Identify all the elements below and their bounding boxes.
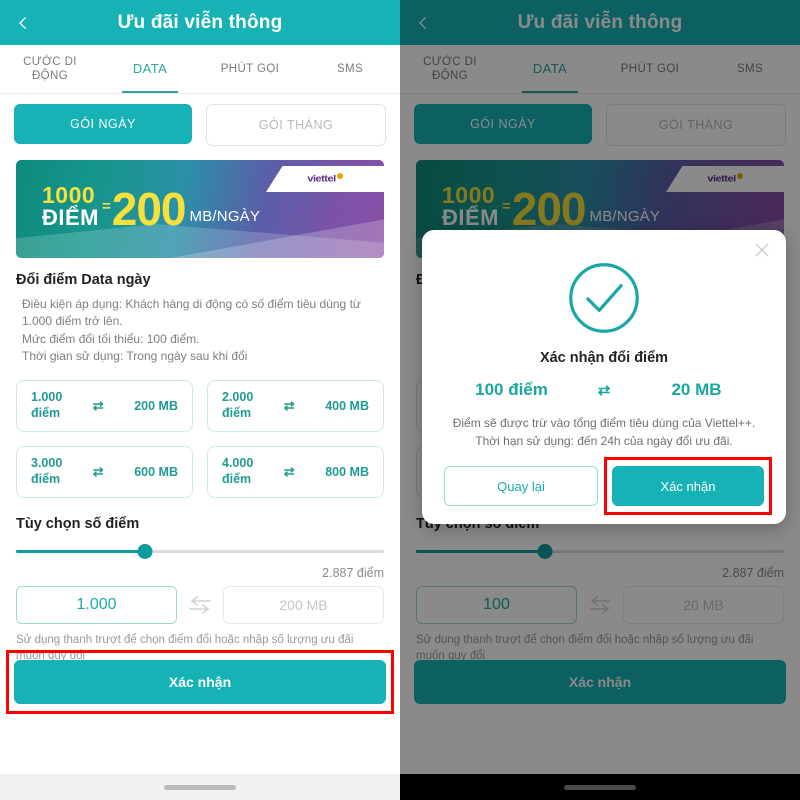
card-points: 1.000 <box>31 389 63 404</box>
exchange-input-row: 1.000 200 MB <box>0 580 400 624</box>
section-description: Điều kiện áp dụng: Khách hàng di động có… <box>16 296 384 366</box>
right-phone-screen: Ưu đãi viễn thông CƯỚC DI ĐỘNG DATA PHÚT… <box>400 0 800 800</box>
viettel-logo-text: viettel <box>307 173 336 185</box>
modal-exchange-summary: 100 điểm ⇄ 20 MB <box>444 380 764 400</box>
swap-horizontal-icon <box>187 595 213 614</box>
tab-bar: CƯỚC DI ĐỘNG DATA PHÚT GỌI SMS <box>0 45 400 94</box>
option-card-grid: 1.000điểm ⇄ 200 MB 2.000điểm ⇄ 400 MB 3.… <box>0 366 400 498</box>
slider-fill <box>16 549 145 553</box>
tab-data[interactable]: DATA <box>100 45 200 93</box>
card-points-unit: điểm <box>31 405 61 420</box>
points-slider[interactable] <box>16 543 384 559</box>
home-indicator-bar <box>0 774 400 800</box>
tab-label: DATA <box>132 60 168 76</box>
tab-sms[interactable]: SMS <box>300 45 400 93</box>
card-points: 3.000 <box>31 455 63 470</box>
package-daily-button[interactable]: GÓI NGÀY <box>14 104 192 144</box>
banner-amount-unit: MB/NGÀY <box>189 208 261 225</box>
banner-points: 1000 <box>42 182 96 208</box>
modal-confirm-button[interactable]: Xác nhận <box>612 466 764 506</box>
close-icon[interactable] <box>752 240 772 260</box>
confirm-area: Xác nhận <box>6 650 394 714</box>
tab-label: PHÚT GỌI <box>220 62 280 75</box>
modal-data-value: 20 MB <box>671 380 722 399</box>
home-indicator-bar <box>400 774 800 800</box>
data-output: 200 MB <box>223 585 384 624</box>
card-data: 400 MB <box>325 398 369 413</box>
banner-amount: 200 <box>111 182 187 235</box>
desc-line: Thời gian sử dụng: Trong ngày sau khi đổ… <box>22 349 248 364</box>
tab-phut-goi[interactable]: PHÚT GỌI <box>200 45 300 93</box>
confirm-modal: Xác nhận đổi điểm 100 điểm ⇄ 20 MB Điểm … <box>422 230 786 524</box>
tab-label: CƯỚC DI ĐỘNG <box>23 55 77 82</box>
max-points-label: 2.887 điểm <box>322 565 384 580</box>
desc-line: Điều kiện áp dụng: Khách hàng di động có… <box>22 297 361 329</box>
card-points-unit: điểm <box>31 471 61 486</box>
page-title: Ưu đãi viễn thông <box>117 11 283 33</box>
modal-note: Điểm sẽ được trừ vào tổng điểm tiêu dùng… <box>452 416 756 448</box>
card-data: 800 MB <box>325 464 369 479</box>
promo-banner: viettel 1000 ĐIỂM = 200 MB/NGÀY <box>16 160 384 258</box>
banner-content: 1000 ĐIỂM = 200 MB/NGÀY <box>42 182 261 235</box>
slider-section-title: Tùy chọn số điểm <box>16 515 140 532</box>
option-card[interactable]: 2.000điểm ⇄ 400 MB <box>207 379 384 432</box>
home-indicator[interactable] <box>564 784 636 790</box>
section-title: Đổi điểm Data ngày <box>16 272 151 288</box>
option-card[interactable]: 1.000điểm ⇄ 200 MB <box>16 379 193 432</box>
home-indicator[interactable] <box>164 784 236 790</box>
chevron-left-icon[interactable] <box>14 14 32 32</box>
check-circle-icon <box>566 260 642 336</box>
banner-points-unit: ĐIỂM <box>42 205 99 230</box>
exchange-icon: ⇄ <box>92 463 104 479</box>
option-card[interactable]: 3.000điểm ⇄ 600 MB <box>16 445 193 498</box>
modal-back-button[interactable]: Quay lại <box>444 466 598 506</box>
points-input[interactable]: 1.000 <box>16 585 177 624</box>
confirm-button[interactable]: Xác nhận <box>14 660 386 704</box>
package-monthly-button[interactable]: GÓI THÁNG <box>206 104 386 146</box>
modal-points-value: 100 điểm <box>475 380 548 399</box>
modal-confirm-wrap: Xác nhận <box>604 457 772 515</box>
option-card[interactable]: 4.000điểm ⇄ 800 MB <box>207 445 384 498</box>
left-phone-screen: Ưu đãi viễn thông CƯỚC DI ĐỘNG DATA PHÚT… <box>0 0 400 800</box>
package-toggle: GÓI NGÀY GÓI THÁNG <box>0 94 400 154</box>
app-bar: Ưu đãi viễn thông <box>0 0 400 45</box>
tab-label: SMS <box>336 62 364 75</box>
card-points-unit: điểm <box>222 471 252 486</box>
modal-title: Xác nhận đổi điểm <box>539 350 669 366</box>
dual-screenshot-stage: Ưu đãi viễn thông CƯỚC DI ĐỘNG DATA PHÚT… <box>0 0 800 800</box>
exchange-icon: ⇄ <box>92 397 104 413</box>
exchange-icon: ⇄ <box>597 382 611 399</box>
desc-line: Mức điểm đổi tối thiểu: 100 điểm. <box>22 331 200 346</box>
banner-equals: = <box>102 198 111 215</box>
card-points: 4.000 <box>222 455 254 470</box>
viettel-logo: viettel <box>266 166 384 192</box>
exchange-icon: ⇄ <box>283 463 295 479</box>
card-points-unit: điểm <box>222 405 252 420</box>
tab-cuoc-di-dong[interactable]: CƯỚC DI ĐỘNG <box>0 45 100 93</box>
viettel-logo-dot <box>336 172 343 179</box>
exchange-icon: ⇄ <box>283 397 295 413</box>
card-data: 200 MB <box>134 398 178 413</box>
modal-button-row: Quay lại Xác nhận <box>444 457 772 515</box>
slider-thumb[interactable] <box>137 543 153 559</box>
card-data: 600 MB <box>134 464 178 479</box>
card-points: 2.000 <box>222 389 254 404</box>
